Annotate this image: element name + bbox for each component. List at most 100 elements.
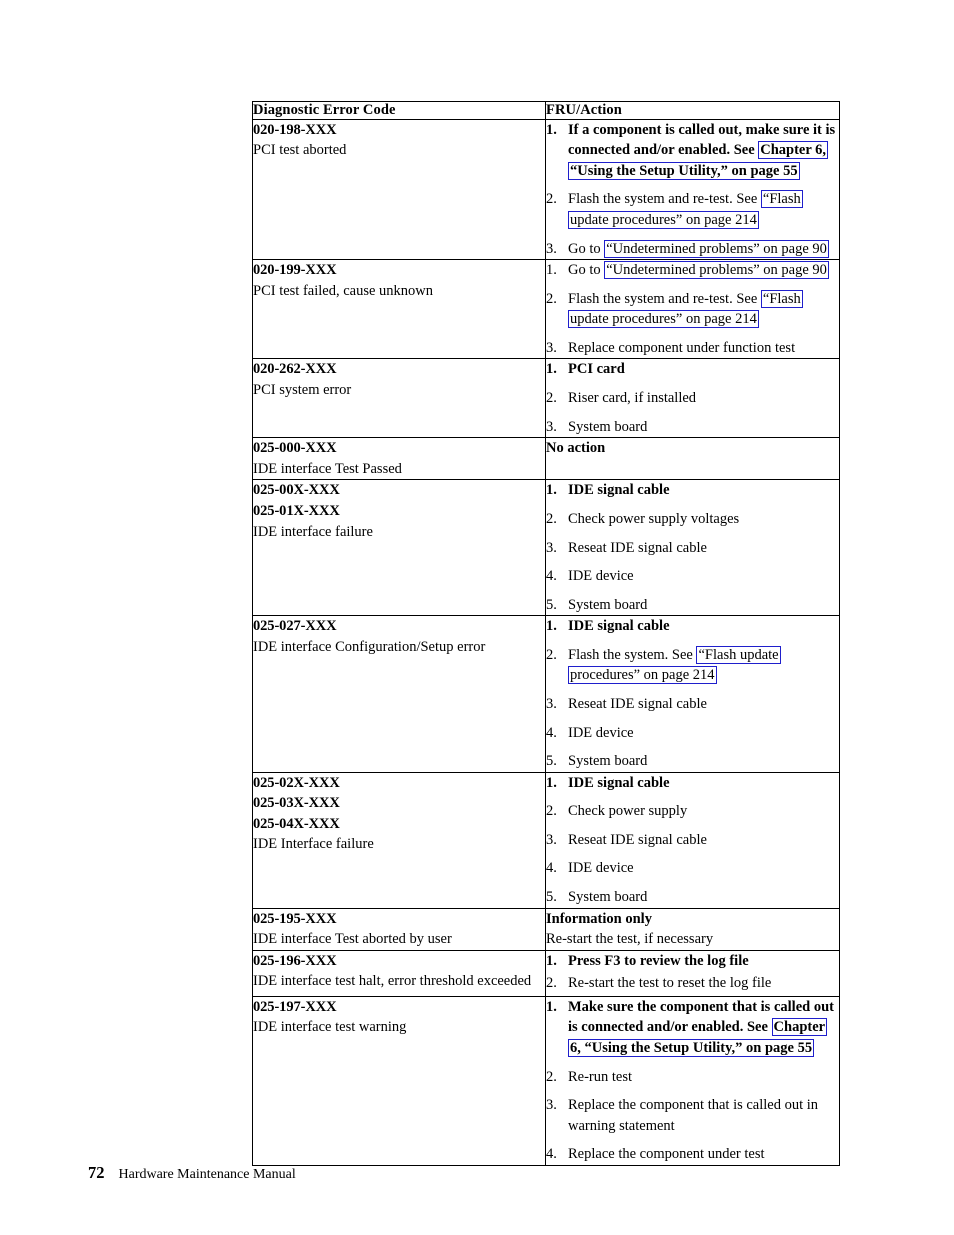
fru-action-list-item: 1. Press F3 to review the log file: [546, 951, 839, 974]
list-item-text: Make sure the component that is called o…: [568, 997, 839, 1067]
list-item-text-run: System board: [568, 889, 648, 906]
list-item-number: 3.: [546, 418, 557, 435]
cross-reference-link[interactable]: “Undetermined problems” on page 90: [604, 239, 829, 258]
list-item-text-run: Go to: [568, 262, 605, 279]
fru-action-list-item: 1. IDE signal cable: [546, 480, 839, 509]
error-code-cell: 020-262-XXX PCI system error: [252, 358, 546, 439]
list-item-number: 1.: [546, 998, 557, 1015]
table-row: 020-262-XXX PCI system error 1. PCI card 2. R…: [252, 358, 840, 439]
table-row: 025-02X-XXX 025-03X-XXX 025-04X-XXX IDE Int…: [252, 771, 840, 909]
fru-action-text: Re-start the test, if necessary: [546, 931, 714, 948]
list-item-text-run: Reseat IDE signal cable: [568, 831, 707, 848]
fru-action-cell: 1. PCI card 2. Riser card, if installed 3. Sy…: [545, 358, 840, 439]
column-header-diagnostic-error-code: Diagnostic Error Code: [252, 101, 546, 120]
document-page: Diagnostic Error Code FRU/Action 020-198…: [0, 0, 954, 1235]
list-item-text: Re-run test: [568, 1067, 839, 1096]
list-item-text: Go to “Undetermined problems” on page 90: [568, 239, 839, 260]
fru-action-list: 1. Go to “Undetermined problems” on page …: [546, 260, 839, 358]
error-code-cell: 025-00X-XXX 025-01X-XXX IDE interface fail…: [252, 479, 546, 617]
list-item-text: IDE device: [568, 566, 839, 595]
list-item-text: Replace the component under test: [568, 1144, 839, 1165]
list-item-text-run: Check power supply voltages: [568, 510, 740, 527]
table-row: 025-00X-XXX 025-01X-XXX IDE interface fail…: [252, 479, 840, 617]
list-item-number: 5.: [546, 753, 557, 770]
fru-action-list-item: 3. Reseat IDE signal cable: [546, 538, 839, 567]
list-item-number: 4.: [546, 860, 557, 877]
list-item-text-run: Press F3 to review the log file: [568, 952, 749, 969]
list-item-text-run: Re-start the test to reset the log file: [568, 975, 772, 992]
list-item-text: IDE signal cable: [568, 773, 839, 802]
list-item-number: 3.: [546, 339, 557, 356]
fru-action-cell: 1. Make sure the component that is called…: [545, 995, 840, 1166]
list-item-text-run: IDE device: [568, 724, 634, 741]
error-code-id: 025-02X-XXX: [253, 774, 340, 791]
fru-action-list-item: 2. Re-run test: [546, 1067, 839, 1096]
list-item-text: Flash the system and re-test. See “Flash…: [568, 189, 839, 238]
list-item-text: Go to “Undetermined problems” on page 90: [568, 260, 839, 289]
list-item-text: Reseat IDE signal cable: [568, 538, 839, 567]
list-item-text: Reseat IDE signal cable: [568, 694, 839, 723]
error-code-id: 025-01X-XXX: [253, 502, 340, 519]
list-item-text: Replace component under function test: [568, 338, 839, 359]
list-item-text-run: System board: [568, 753, 648, 770]
error-code-cell: 025-02X-XXX 025-03X-XXX 025-04X-XXX IDE Int…: [252, 771, 546, 909]
list-item-number: 3.: [546, 695, 557, 712]
list-item-number: 1.: [546, 618, 557, 635]
error-code-cell: 020-199-XXX PCI test failed, cause unknow…: [252, 259, 546, 360]
fru-action-list-item: 3. Reseat IDE signal cable: [546, 694, 839, 723]
list-item-text-run: IDE signal cable: [568, 618, 670, 635]
list-item-text-run: Flash the system. See: [568, 646, 697, 663]
list-item-text-run: IDE signal cable: [568, 774, 670, 791]
fru-action-list-item: 4. IDE device: [546, 723, 839, 752]
fru-action-text: Information only: [546, 910, 652, 927]
list-item-text: Check power supply voltages: [568, 509, 839, 538]
list-item-text-run: Replace the component under test: [568, 1146, 765, 1163]
footer-title: Hardware Maintenance Manual: [118, 1167, 296, 1182]
fru-action-list-item: 2. Check power supply: [546, 801, 839, 830]
list-item-text-run: IDE device: [568, 860, 634, 877]
fru-action-list: 1. IDE signal cable 2. Flash the system. Se…: [546, 616, 839, 771]
list-item-text-run: Re-run test: [568, 1068, 633, 1085]
list-item-text: IDE device: [568, 723, 839, 752]
list-item-text: System board: [568, 751, 839, 772]
fru-action-list-item: 3. Replace component under function test: [546, 338, 839, 359]
list-item-number: 3.: [546, 539, 557, 556]
fru-action-list-item: 1. Go to “Undetermined problems” on page …: [546, 260, 839, 289]
table-body: 020-198-XXX PCI test aborted 1. If a compon…: [252, 118, 840, 1166]
error-code-description: PCI test failed, cause unknown: [253, 282, 434, 299]
list-item-number: 2.: [546, 510, 557, 527]
error-code-id: 025-000-XXX: [253, 440, 337, 457]
fru-action-list-item: 2. Flash the system and re-test. See “Fla…: [546, 189, 839, 238]
error-code-description: PCI test aborted: [253, 142, 347, 159]
list-item-text: PCI card: [568, 359, 839, 388]
list-item-text-run: Riser card, if installed: [568, 390, 697, 407]
error-code-id: 025-03X-XXX: [253, 795, 340, 812]
fru-action-cell: 1. If a component is called out, make sur…: [545, 118, 840, 261]
fru-action-list-item: 1. If a component is called out, make sur…: [546, 120, 839, 190]
fru-action-list: 1. Make sure the component that is called…: [546, 997, 839, 1165]
list-item-number: 1.: [546, 262, 557, 279]
fru-action-cell: 1. Press F3 to review the log file 2. Re-st…: [545, 949, 840, 997]
page-number: 72: [88, 1163, 105, 1182]
cross-reference-link[interactable]: “Undetermined problems” on page 90: [604, 261, 829, 280]
list-item-number: 1.: [546, 482, 557, 499]
column-header-fru-action: FRU/Action: [545, 101, 840, 120]
list-item-number: 5.: [546, 596, 557, 613]
fru-action-list-item: 1. PCI card: [546, 359, 839, 388]
fru-action-cell: 1. IDE signal cable 2. Check power supply 3.…: [545, 771, 840, 909]
list-item-text: IDE device: [568, 858, 839, 887]
error-code-description: IDE interface test warning: [253, 1019, 407, 1036]
fru-action-list-item: 2. Check power supply voltages: [546, 509, 839, 538]
list-item-text: IDE signal cable: [568, 616, 839, 645]
error-code-description: IDE interface Test aborted by user: [253, 931, 452, 948]
list-item-number: 2.: [546, 191, 557, 208]
list-item-text-run: IDE signal cable: [568, 482, 670, 499]
error-code-id: 020-198-XXX: [253, 121, 337, 138]
error-code-cell: 025-027-XXX IDE interface Configuration/S…: [252, 615, 546, 773]
list-item-number: 1.: [546, 361, 557, 378]
fru-action-list: 1. IDE signal cable 2. Check power supply 3.…: [546, 773, 839, 908]
error-code-cell: 025-197-XXX IDE interface test warning: [252, 995, 546, 1166]
fru-action-list-item: 2. Riser card, if installed: [546, 388, 839, 417]
fru-action-cell: 1. IDE signal cable 2. Flash the system. Se…: [545, 615, 840, 773]
fru-action-list-item: 1. Make sure the component that is called…: [546, 997, 839, 1067]
